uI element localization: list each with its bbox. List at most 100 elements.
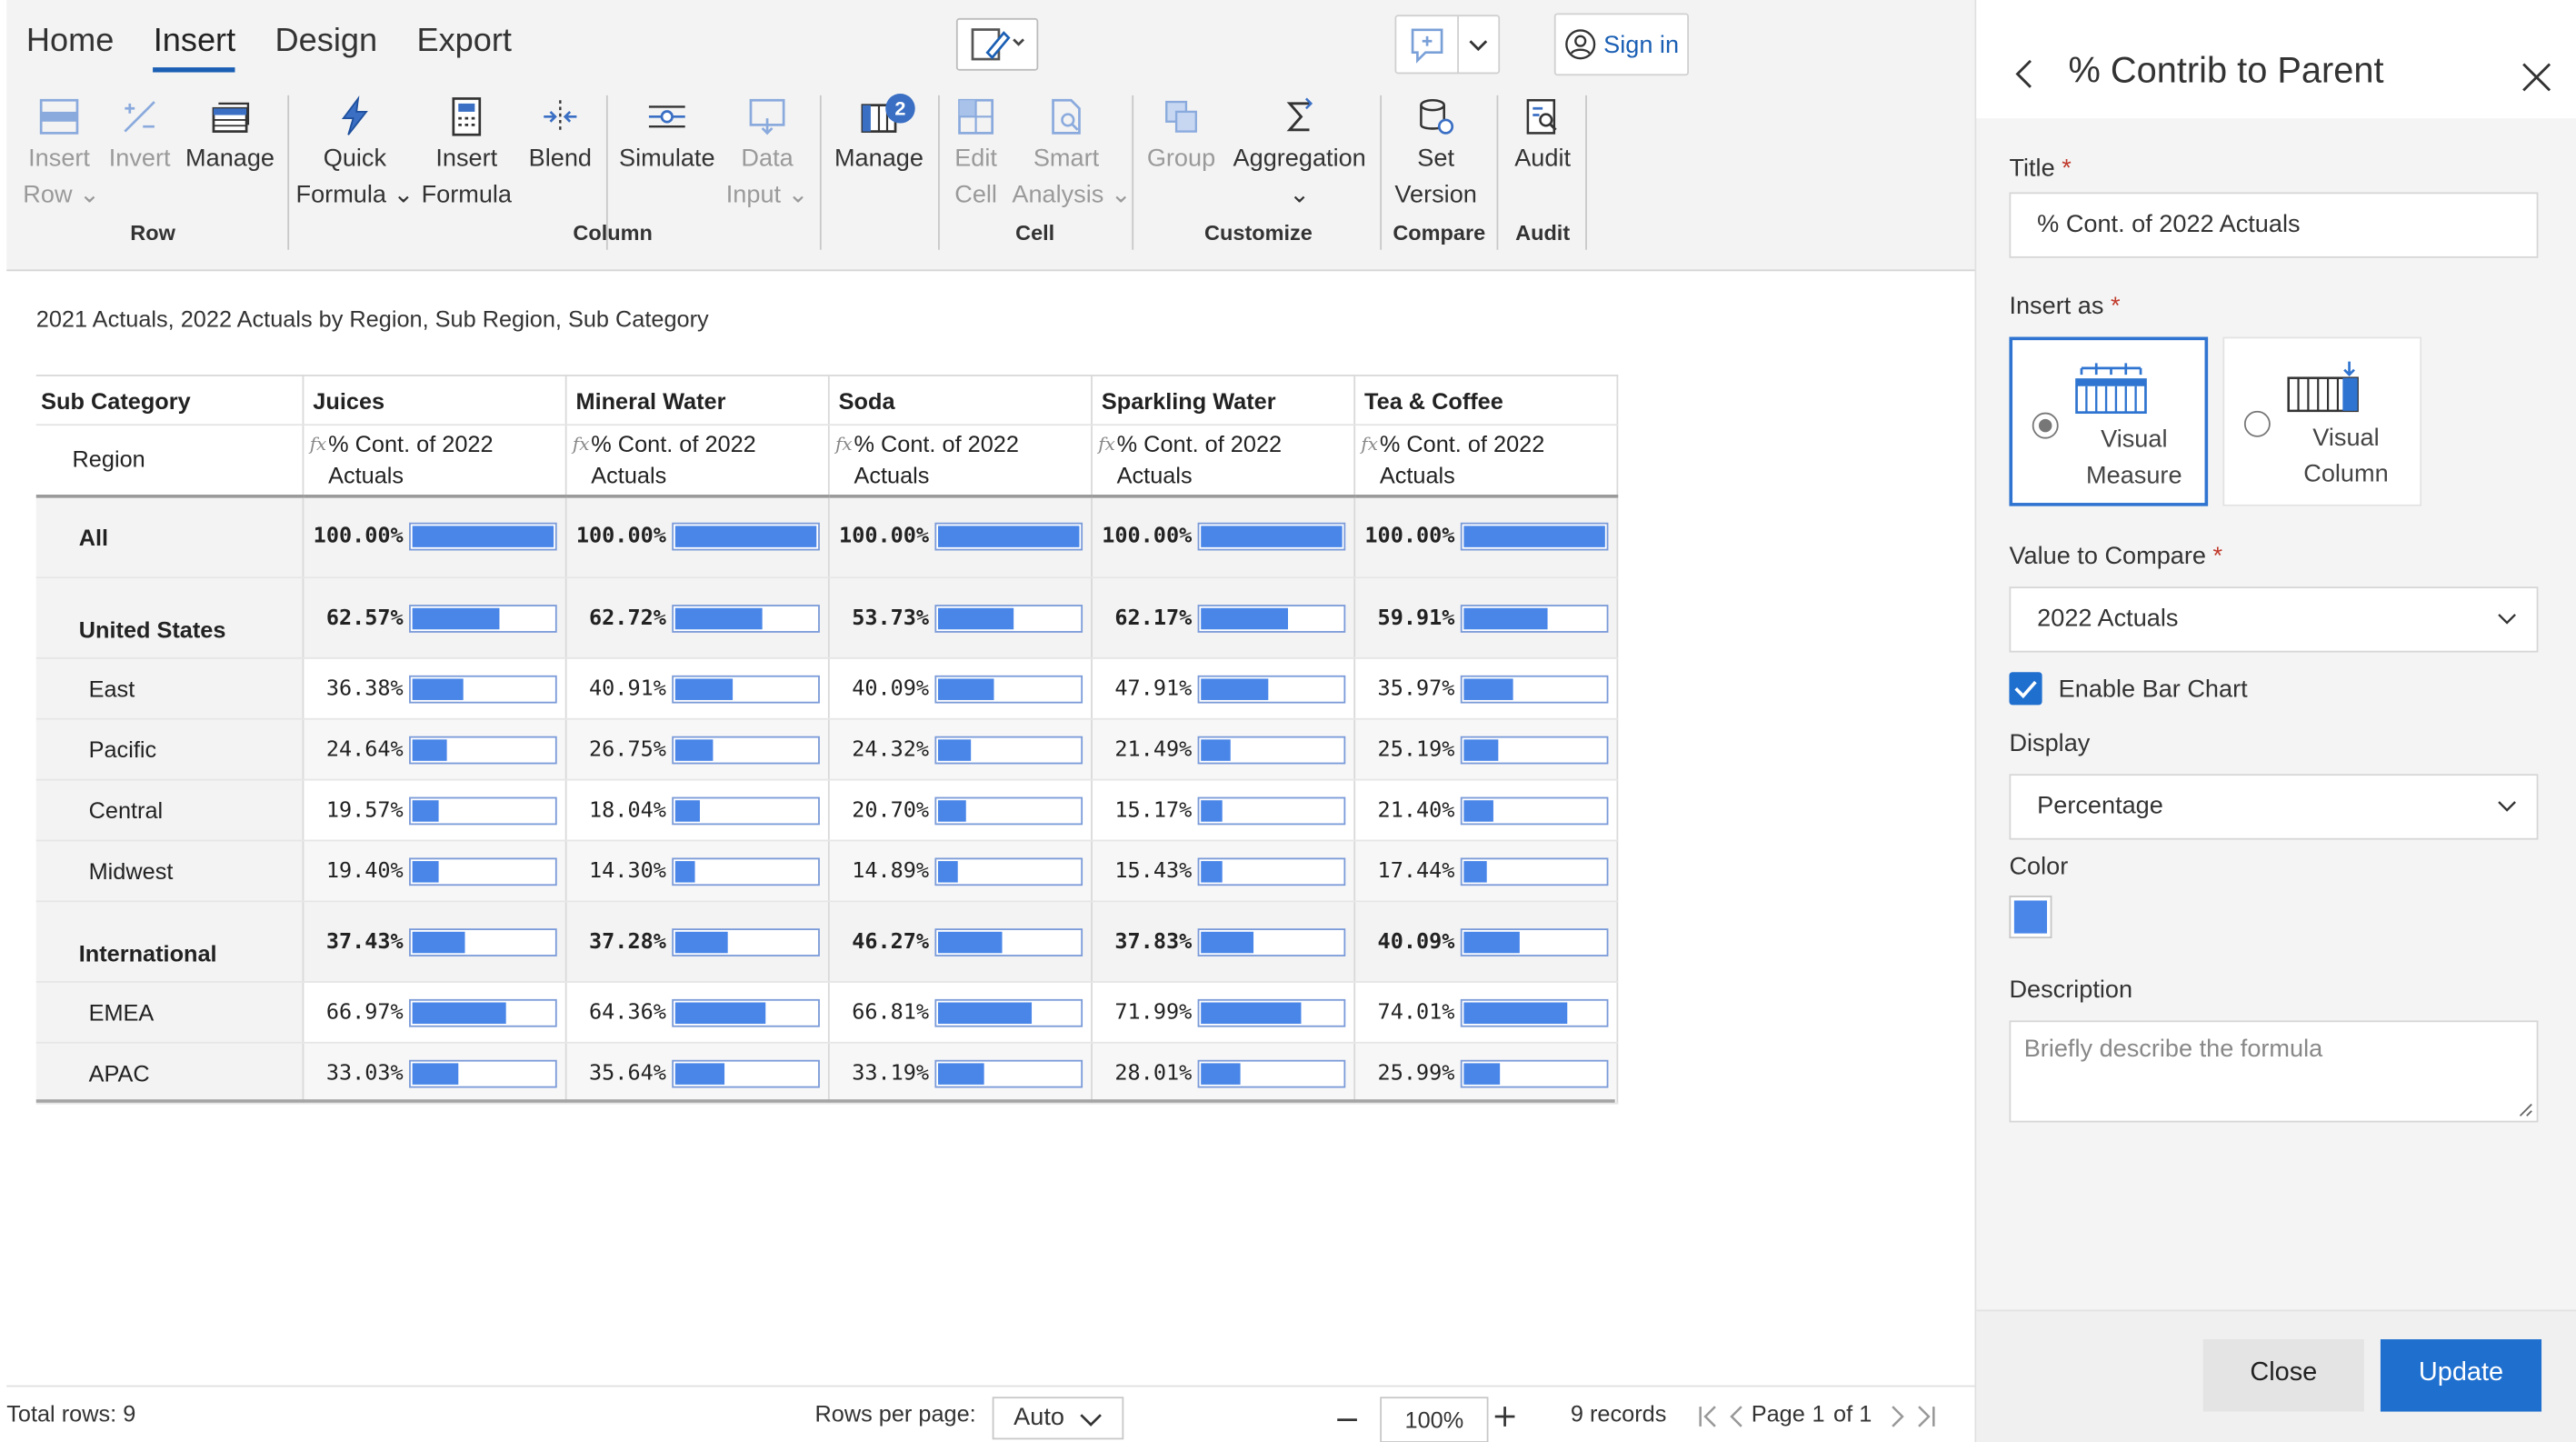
data-cell[interactable]: 21.49% [1091,718,1355,781]
data-cell[interactable]: 19.57% [302,779,566,842]
data-cell[interactable]: 62.57% [302,577,566,659]
page-current[interactable]: 1 [1812,1400,1825,1427]
data-cell[interactable]: 100.00% [1353,495,1618,579]
column-header-sparkling-water[interactable]: Sparkling Water [1091,375,1355,426]
data-cell[interactable]: 66.97% [302,981,566,1044]
data-cell[interactable]: 15.17% [1091,779,1355,842]
data-cell[interactable]: 28.01% [1091,1042,1355,1105]
display-select[interactable]: Percentage [2009,774,2539,840]
data-cell[interactable]: 25.19% [1353,718,1618,781]
rows-per-page-select[interactable]: Auto [992,1397,1124,1440]
data-cell[interactable]: 100.00% [564,495,829,579]
data-cell[interactable]: 24.64% [302,718,566,781]
data-cell[interactable]: 47.91% [1091,657,1355,720]
simulate-button[interactable]: Simulate [614,95,720,177]
data-cell[interactable]: 15.43% [1091,840,1355,903]
data-cell[interactable]: 40.09% [827,657,1093,720]
insert-formula-button[interactable]: Insert Formula [421,95,513,214]
close-icon[interactable] [2519,59,2555,95]
column-header-tea-coffee[interactable]: Tea & Coffee [1353,375,1618,426]
comment-dropdown[interactable] [1394,15,1501,75]
row-label[interactable]: Pacific [35,718,304,781]
data-cell[interactable]: 40.09% [1353,901,1618,983]
measure-header[interactable]: fx% Cont. of 2022 Actuals [1353,425,1618,497]
resize-handle-icon[interactable] [2517,1101,2533,1117]
data-cell[interactable]: 37.83% [1091,901,1355,983]
data-cell[interactable]: 21.40% [1353,779,1618,842]
data-cell[interactable]: 25.99% [1353,1042,1618,1105]
set-version-button[interactable]: Set Version [1390,95,1482,214]
measure-header[interactable]: fx% Cont. of 2022 Actuals [827,425,1093,497]
invert-button[interactable]: Invert [105,95,175,177]
color-picker-swatch[interactable] [2009,896,2052,939]
enable-bar-chart-checkbox[interactable] [2009,672,2042,706]
zoom-out-icon[interactable] [1334,1407,1361,1433]
column-header-juices[interactable]: Juices [302,375,566,426]
data-cell[interactable]: 100.00% [302,495,566,579]
row-label[interactable]: Midwest [35,840,304,903]
data-cell[interactable]: 66.81% [827,981,1093,1044]
row-label[interactable]: International [35,901,304,983]
previous-page-icon[interactable] [1725,1404,1748,1430]
smart-analysis-button[interactable]: Smart Analysis ⌄ [1012,95,1132,214]
data-cell[interactable]: 14.89% [827,840,1093,903]
tab-export[interactable]: Export [416,23,511,72]
data-cell[interactable]: 100.00% [827,495,1093,579]
data-cell[interactable]: 74.01% [1353,981,1618,1044]
blend-button[interactable]: Blend [523,95,598,177]
edit-mode-dropdown[interactable] [955,17,1039,71]
data-cell[interactable]: 53.73% [827,577,1093,659]
tab-home[interactable]: Home [26,23,114,72]
data-cell[interactable]: 37.43% [302,901,566,983]
value-to-compare-select[interactable]: 2022 Actuals [2009,586,2539,653]
data-cell[interactable]: 46.27% [827,901,1093,983]
data-cell[interactable]: 37.28% [564,901,829,983]
column-header-mineral-water[interactable]: Mineral Water [564,375,829,426]
data-cell[interactable]: 19.40% [302,840,566,903]
next-page-icon[interactable] [1886,1404,1909,1430]
first-page-icon[interactable] [1695,1404,1722,1430]
tab-insert[interactable]: Insert [153,23,236,73]
data-cell[interactable]: 40.91% [564,657,829,720]
data-cell[interactable]: 71.99% [1091,981,1355,1044]
data-cell[interactable]: 64.36% [564,981,829,1044]
measure-header[interactable]: fx% Cont. of 2022 Actuals [302,425,566,497]
title-input[interactable]: % Cont. of 2022 Actuals [2009,192,2539,258]
row-label[interactable]: United States [35,577,304,659]
data-cell[interactable]: 20.70% [827,779,1093,842]
row-label[interactable]: Central [35,779,304,842]
measure-header[interactable]: fx% Cont. of 2022 Actuals [564,425,829,497]
data-cell[interactable]: 17.44% [1353,840,1618,903]
aggregation-button[interactable]: Aggregation ⌄ [1229,95,1370,214]
group-button[interactable]: Group [1143,95,1219,177]
data-cell[interactable]: 33.19% [827,1042,1093,1105]
row-label[interactable]: EMEA [35,981,304,1044]
insert-row-button[interactable]: Insert Row ⌄ [23,95,100,214]
data-input-button[interactable]: Data Input ⌄ [723,95,812,214]
data-cell[interactable]: 100.00% [1091,495,1355,579]
data-cell[interactable]: 35.97% [1353,657,1618,720]
data-cell[interactable]: 62.17% [1091,577,1355,659]
row-manage-button[interactable]: Manage [184,95,275,177]
data-cell[interactable]: 18.04% [564,779,829,842]
zoom-level-input[interactable]: 100% [1380,1397,1489,1442]
close-button[interactable]: Close [2202,1339,2364,1412]
data-cell[interactable]: 14.30% [564,840,829,903]
tab-design[interactable]: Design [275,23,378,72]
quick-formula-button[interactable]: Quick Formula ⌄ [295,95,414,214]
data-cell[interactable]: 24.32% [827,718,1093,781]
data-cell[interactable]: 36.38% [302,657,566,720]
sign-in-button[interactable]: Sign in [1553,13,1690,76]
row-label[interactable]: All [35,495,304,579]
row-label[interactable]: APAC [35,1042,304,1105]
data-cell[interactable]: 33.03% [302,1042,566,1105]
description-textarea[interactable]: Briefly describe the formula [2009,1020,2539,1123]
back-arrow-icon[interactable] [2009,55,2042,92]
measure-header[interactable]: fx% Cont. of 2022 Actuals [1091,425,1355,497]
audit-button[interactable]: Audit [1505,95,1581,177]
data-cell[interactable]: 59.91% [1353,577,1618,659]
column-manage-button[interactable]: 2 Manage [832,94,927,177]
data-cell[interactable]: 26.75% [564,718,829,781]
update-button[interactable]: Update [2380,1339,2542,1412]
row-label[interactable]: East [35,657,304,720]
